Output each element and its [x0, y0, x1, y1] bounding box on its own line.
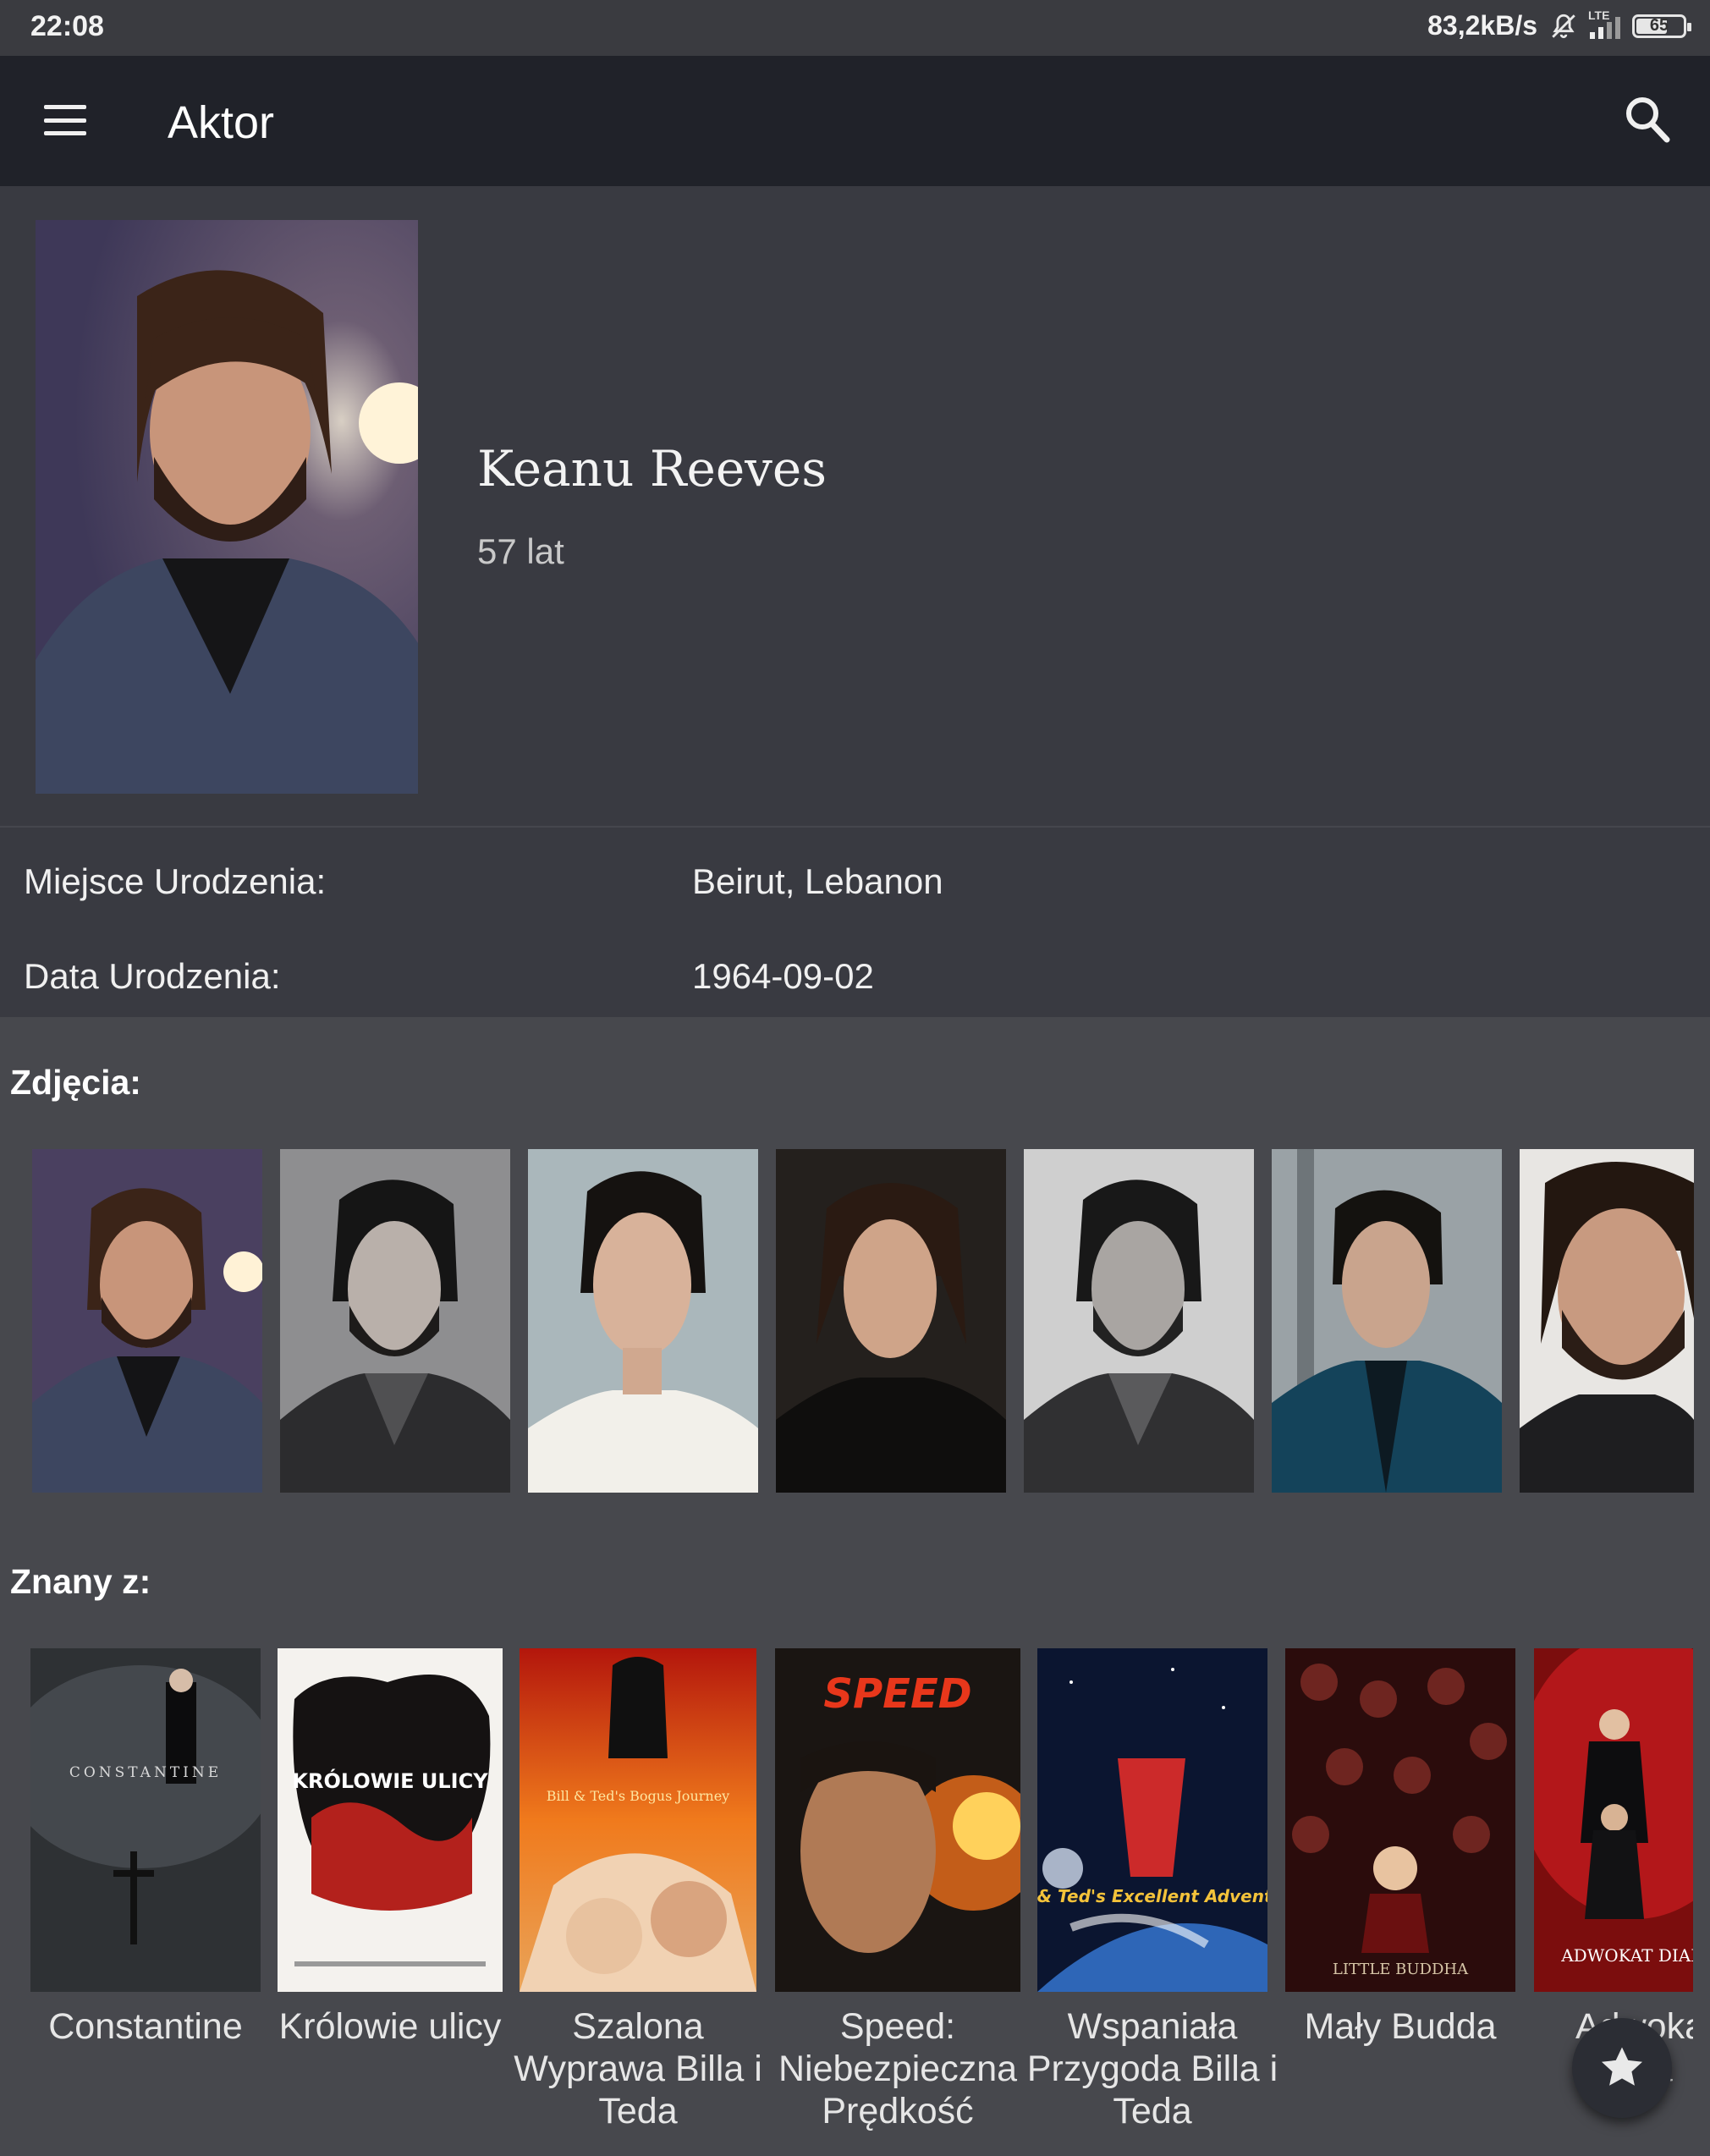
movie-title[interactable]: Wspaniała Przygoda Billa i Teda	[1025, 2005, 1279, 2132]
birthdate-value: 1964-09-02	[692, 956, 874, 996]
movie-poster[interactable]: Bill & Ted's Bogus Journey	[520, 1648, 756, 1992]
poster-text: SPEED	[823, 1670, 971, 1718]
movie-poster[interactable]: LITTLE BUDDHA	[1285, 1648, 1515, 1992]
search-icon[interactable]	[1624, 95, 1671, 144]
poster-text: CONSTANTINE	[69, 1764, 222, 1781]
actor-name: Keanu Reeves	[477, 440, 827, 498]
movie-poster[interactable]: Bill & Ted's Excellent Adventure	[1037, 1648, 1267, 1992]
actor-header: Keanu Reeves 57 lat	[0, 186, 1710, 826]
app-bar: Aktor	[0, 56, 1710, 186]
status-time: 22:08	[30, 10, 104, 42]
photo-thumbnail[interactable]	[776, 1149, 1006, 1493]
photo-thumbnail[interactable]	[528, 1149, 758, 1493]
movie-title[interactable]: Speed: Niebezpieczna Prędkość	[771, 2005, 1025, 2132]
movie-title[interactable]: Królowie ulicy	[263, 2005, 517, 2048]
status-indicators: 83,2kB/s LTE 65	[1427, 8, 1691, 41]
poster-text: LITTLE BUDDHA	[1333, 1961, 1469, 1978]
page-title: Aktor	[168, 97, 275, 148]
birthplace-label: Miejsce Urodzenia:	[24, 861, 327, 901]
menu-icon[interactable]	[44, 105, 86, 135]
photo-thumbnail[interactable]	[1272, 1149, 1502, 1493]
actor-details: Miejsce Urodzenia: Beirut, Lebanon Data …	[0, 826, 1710, 1017]
poster-text: KRÓLOWIE ULICY	[292, 1768, 488, 1793]
birthdate-label: Data Urodzenia:	[24, 956, 281, 996]
status-bar: 22:08 83,2kB/s LTE 65	[0, 0, 1710, 56]
battery-icon: 65	[1632, 14, 1691, 38]
movie-poster[interactable]: KRÓLOWIE ULICY	[278, 1648, 503, 1992]
movie-poster[interactable]: ADWOKAT DIABŁA	[1534, 1648, 1693, 1992]
actor-portrait[interactable]	[36, 220, 418, 794]
birthplace-value: Beirut, Lebanon	[692, 861, 943, 901]
poster-text: Bill & Ted's Excellent Adventure	[1037, 1886, 1267, 1906]
network-type: LTE	[1588, 8, 1610, 22]
favorite-button[interactable]	[1572, 2018, 1672, 2118]
poster-text: ADWOKAT DIABŁA	[1560, 1945, 1693, 1966]
photos-heading: Zdjęcia:	[10, 1063, 141, 1102]
signal-icon: LTE	[1588, 8, 1620, 39]
photo-thumbnail[interactable]	[1520, 1149, 1694, 1493]
movie-title[interactable]: Constantine	[19, 2005, 272, 2048]
battery-level: 65	[1649, 16, 1669, 35]
known-for-heading: Znany z:	[10, 1562, 151, 1601]
actor-age: 57 lat	[477, 531, 564, 571]
photo-thumbnail[interactable]	[280, 1149, 510, 1493]
bell-off-icon	[1549, 12, 1578, 41]
network-speed: 83,2kB/s	[1427, 10, 1537, 41]
movie-poster[interactable]: SPEED	[775, 1648, 1020, 1992]
movie-poster[interactable]: CONSTANTINE	[30, 1648, 261, 1992]
photo-thumbnail[interactable]	[1024, 1149, 1254, 1493]
poster-text: Bill & Ted's Bogus Journey	[547, 1788, 729, 1804]
movie-title[interactable]: Mały Budda	[1273, 2005, 1527, 2048]
movie-title[interactable]: Szalona Wyprawa Billa i Teda	[511, 2005, 765, 2132]
photo-thumbnail[interactable]	[32, 1149, 262, 1493]
star-icon	[1598, 2045, 1646, 2091]
